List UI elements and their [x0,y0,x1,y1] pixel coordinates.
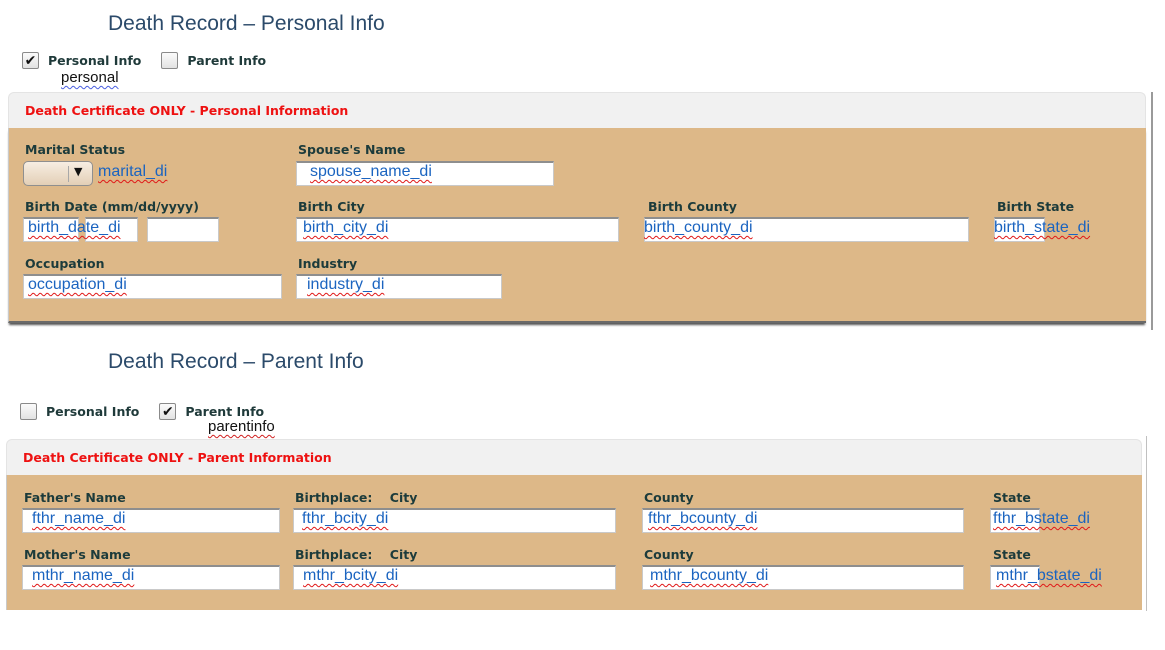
mother-name-label: Mother's Name [24,547,131,562]
parent-info-checkbox[interactable]: ✔ [159,403,177,420]
father-state-label: State [993,490,1031,505]
birth-date-label: Birth Date (mm/dd/yyyy) [25,199,199,214]
birth-state-value: birth_state_di [994,219,1091,236]
annotation-parentinfo: parentinfo [208,418,275,435]
marital-status-select[interactable]: ▼ [23,161,93,186]
select-divider [68,166,69,182]
personal-info-tab-label[interactable]: Personal Info [48,53,141,68]
panel-title: Death Certificate ONLY - Personal Inform… [8,92,1146,128]
panel-body: Father's Name fthr_name_di Birthplace: C… [6,475,1142,610]
industry-value: industry_di [307,276,385,293]
section-title-personal: Death Record – Personal Info [108,12,385,35]
mother-birth-county-value: mthr_bcounty_di [650,567,769,584]
section-title-parent: Death Record – Parent Info [108,350,364,373]
birth-county-value: birth_county_di [644,219,753,236]
parent-info-tab-label[interactable]: Parent Info [187,53,266,68]
spouse-name-label: Spouse's Name [298,142,406,157]
father-birth-state-value: fthr_bstate_di [993,510,1090,527]
annotation-personal: personal [61,69,119,86]
chevron-down-icon[interactable]: ▼ [74,165,82,178]
father-birth-county-value: fthr_bcounty_di [648,510,758,527]
marital-status-label: Marital Status [25,142,126,157]
mother-county-label: County [644,547,694,562]
occupation-value: occupation_di [28,276,127,293]
personal-information-panel: Death Certificate ONLY - Personal Inform… [8,92,1146,323]
mother-birth-state-value: mthr_bstate_di [996,567,1102,584]
parent-info-tab-label[interactable]: Parent Info [185,404,264,419]
birth-city-label: Birth City [298,199,365,214]
birth-year-input[interactable] [147,217,219,242]
mother-name-value: mthr_name_di [32,567,135,584]
marital-status-value: marital_di [98,163,168,180]
industry-label: Industry [298,256,358,271]
tab-bar-personal: ✔ Personal Info Parent Info [22,52,286,69]
father-county-label: County [644,490,694,505]
father-name-label: Father's Name [24,490,126,505]
mother-birthplace-city-label: Birthplace: City [295,547,418,562]
father-birthplace-city-label: Birthplace: City [295,490,418,505]
personal-info-tab-label[interactable]: Personal Info [46,404,139,419]
parent-information-panel: Death Certificate ONLY - Parent Informat… [6,439,1142,610]
mother-birth-city-value: mthr_bcity_di [303,567,399,584]
scrollbar-edge [1146,436,1147,611]
parent-info-checkbox[interactable] [161,52,179,69]
birth-state-label: Birth State [997,199,1075,214]
personal-info-checkbox[interactable] [20,403,37,420]
father-name-value: fthr_name_di [32,510,126,527]
mother-state-label: State [993,547,1031,562]
panel-title: Death Certificate ONLY - Parent Informat… [6,439,1142,475]
birth-city-value: birth_city_di [303,219,389,236]
father-birth-city-value: fthr_bcity_di [302,510,389,527]
personal-info-checkbox[interactable]: ✔ [22,52,39,69]
occupation-label: Occupation [25,256,105,271]
panel-body: Marital Status ▼ marital_di Spouse's Nam… [8,128,1146,323]
birth-county-label: Birth County [648,199,737,214]
spouse-name-value: spouse_name_di [310,163,432,180]
birth-date-value: birth_date_di [28,219,121,236]
scrollbar-edge [1151,92,1153,330]
